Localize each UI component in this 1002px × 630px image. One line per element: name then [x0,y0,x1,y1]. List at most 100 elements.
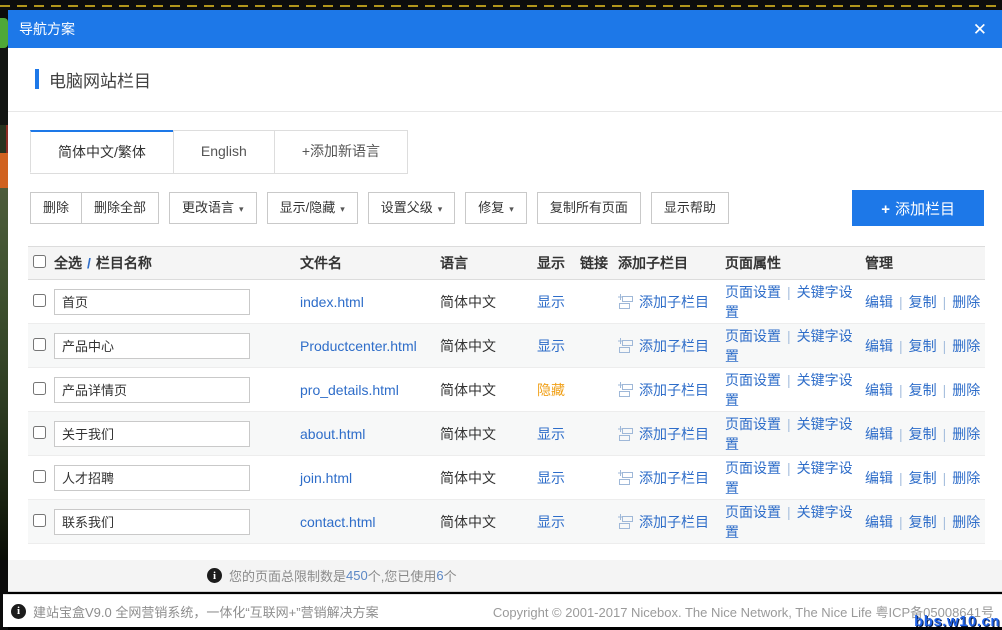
edit-link[interactable]: 编辑 [865,470,893,486]
copy-link[interactable]: 复制 [909,470,937,486]
change-language-label: 更改语言 [182,200,234,215]
add-sub-column-icon [618,382,634,398]
chevron-down-icon: ▾ [509,204,514,214]
edit-link[interactable]: 编辑 [865,294,893,310]
change-language-dropdown[interactable]: 更改语言▾ [169,192,257,224]
add-sub-column-icon [618,514,634,530]
file-link[interactable]: join.html [300,470,440,486]
visibility-toggle[interactable]: 隐藏 [537,380,580,400]
limit-text-mid: 个,您已使用 [368,566,437,585]
column-name-input[interactable] [54,421,250,447]
delete-link[interactable]: 删除 [952,514,980,530]
column-name-input[interactable] [54,289,250,315]
page-settings-link[interactable]: 页面设置 [725,504,781,520]
columns-table: 全选/栏目名称 文件名 语言 显示 链接 添加子栏目 页面属性 管理 index… [28,246,985,544]
visibility-toggle[interactable]: 显示 [537,292,580,312]
repair-dropdown[interactable]: 修复▾ [465,192,527,224]
show-hide-label: 显示/隐藏 [280,200,336,215]
column-name-input[interactable] [54,333,250,359]
page-settings-link[interactable]: 页面设置 [725,284,781,300]
close-icon[interactable]: ✕ [973,21,987,38]
table-body: index.html 简体中文 显示 添加子栏目 页面设置|关键字设置 编辑|复… [28,280,985,544]
edit-link[interactable]: 编辑 [865,514,893,530]
table-row: Productcenter.html 简体中文 显示 添加子栏目 页面设置|关键… [28,324,985,368]
separator: | [943,514,947,530]
copy-all-pages-button[interactable]: 复制所有页面 [537,192,641,224]
delete-link[interactable]: 删除 [952,426,980,442]
file-link[interactable]: pro_details.html [300,382,440,398]
separator: | [899,426,903,442]
add-sub-column-link[interactable]: 添加子栏目 [639,380,709,400]
separator: | [943,338,947,354]
row-checkbox[interactable] [33,426,46,439]
column-name-input[interactable] [54,509,250,535]
delete-link[interactable]: 删除 [952,382,980,398]
add-column-button[interactable]: +添加栏目 [852,190,984,226]
row-checkbox[interactable] [33,514,46,527]
file-link[interactable]: about.html [300,426,440,442]
background-photo-edge [0,188,8,560]
header-column-name: 栏目名称 [96,253,152,273]
copy-link[interactable]: 复制 [909,514,937,530]
separator: | [899,470,903,486]
delete-all-button[interactable]: 删除全部 [81,192,159,224]
page-settings-link[interactable]: 页面设置 [725,372,781,388]
set-parent-label: 设置父级 [381,200,433,215]
add-sub-column-link[interactable]: 添加子栏目 [639,336,709,356]
edit-link[interactable]: 编辑 [865,426,893,442]
separator: | [787,504,791,520]
edit-link[interactable]: 编辑 [865,338,893,354]
delete-button[interactable]: 删除 [30,192,82,224]
language-value: 简体中文 [440,512,537,532]
table-row: join.html 简体中文 显示 添加子栏目 页面设置|关键字设置 编辑|复制… [28,456,985,500]
delete-link[interactable]: 删除 [952,338,980,354]
file-link[interactable]: index.html [300,294,440,310]
visibility-toggle[interactable]: 显示 [537,336,580,356]
background-orange-shape [0,153,8,188]
chevron-down-icon: ▾ [438,204,443,214]
delete-link[interactable]: 删除 [952,470,980,486]
select-all-checkbox[interactable] [33,255,46,268]
site-watermark: bbs.w10.cn [914,613,1000,630]
delete-link[interactable]: 删除 [952,294,980,310]
language-value: 简体中文 [440,292,537,312]
file-link[interactable]: Productcenter.html [300,338,440,354]
row-checkbox[interactable] [33,294,46,307]
show-hide-dropdown[interactable]: 显示/隐藏 ▾ [267,192,358,224]
title-accent-bar [35,69,39,89]
add-sub-column-link[interactable]: 添加子栏目 [639,512,709,532]
tab-english[interactable]: English [173,130,275,173]
add-sub-column-link[interactable]: 添加子栏目 [639,468,709,488]
column-name-input[interactable] [54,465,250,491]
tab-simplified-chinese[interactable]: 简体中文/繁体 [30,130,174,173]
add-sub-column-link[interactable]: 添加子栏目 [639,292,709,312]
copy-link[interactable]: 复制 [909,338,937,354]
separator: | [899,294,903,310]
edit-link[interactable]: 编辑 [865,382,893,398]
file-link[interactable]: contact.html [300,514,440,530]
separator: | [899,382,903,398]
copy-link[interactable]: 复制 [909,382,937,398]
tab-add-language[interactable]: +添加新语言 [274,130,408,173]
column-name-input[interactable] [54,377,250,403]
visibility-toggle[interactable]: 显示 [537,424,580,444]
visibility-toggle[interactable]: 显示 [537,512,580,532]
page-settings-link[interactable]: 页面设置 [725,328,781,344]
set-parent-dropdown[interactable]: 设置父级 ▾ [368,192,456,224]
background-page-edge [0,0,8,630]
header-manage: 管理 [865,253,985,273]
add-column-label: 添加栏目 [895,201,955,218]
add-sub-column-link[interactable]: 添加子栏目 [639,424,709,444]
separator: | [787,372,791,388]
row-checkbox[interactable] [33,382,46,395]
toolbar: 删除 删除全部 更改语言▾ 显示/隐藏▾ 设置父级▾ 修复▾ 复制所有页面 显示… [30,190,984,226]
row-checkbox[interactable] [33,470,46,483]
chevron-down-icon: ▾ [340,204,345,214]
page-settings-link[interactable]: 页面设置 [725,416,781,432]
copy-link[interactable]: 复制 [909,294,937,310]
visibility-toggle[interactable]: 显示 [537,468,580,488]
page-settings-link[interactable]: 页面设置 [725,460,781,476]
row-checkbox[interactable] [33,338,46,351]
show-help-button[interactable]: 显示帮助 [651,192,729,224]
copy-link[interactable]: 复制 [909,426,937,442]
